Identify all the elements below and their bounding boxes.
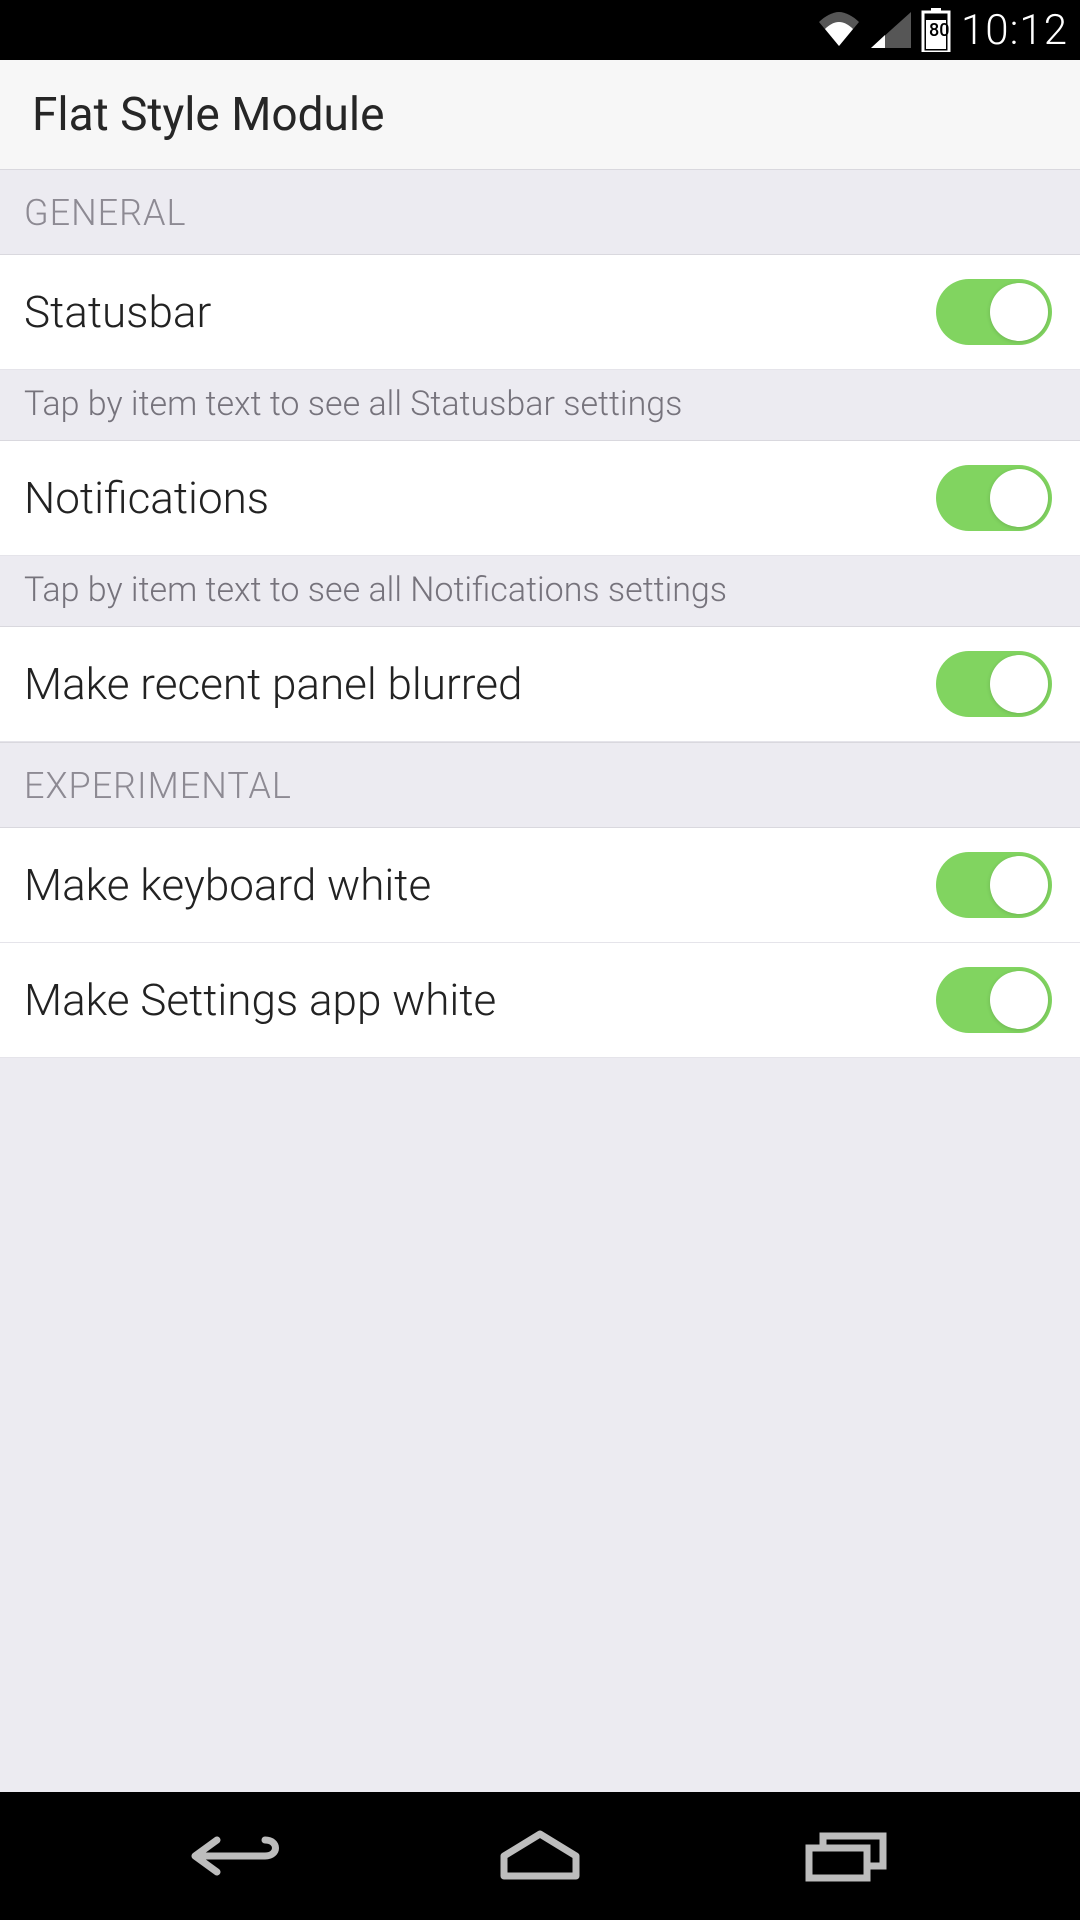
setting-recent-blur[interactable]: Make recent panel blurred	[0, 627, 1080, 742]
toggle-thumb	[990, 856, 1048, 914]
toggle-thumb	[990, 283, 1048, 341]
toggle-keyboard-white[interactable]	[936, 852, 1052, 918]
setting-notifications[interactable]: Notifications	[0, 441, 1080, 556]
setting-settings-white[interactable]: Make Settings app white	[0, 943, 1080, 1058]
toggle-statusbar[interactable]	[936, 279, 1052, 345]
setting-label-notifications: Notifications	[24, 472, 269, 524]
setting-label-settings-white: Make Settings app white	[24, 974, 496, 1026]
toggle-thumb	[990, 971, 1048, 1029]
battery-percentage: 80	[929, 20, 949, 41]
toggle-thumb	[990, 655, 1048, 713]
hint-statusbar: Tap by item text to see all Statusbar se…	[0, 370, 1080, 441]
toggle-thumb	[990, 469, 1048, 527]
android-nav-bar	[0, 1792, 1080, 1920]
cell-signal-icon	[871, 12, 911, 48]
battery-icon: 80	[921, 8, 951, 52]
wifi-icon	[817, 12, 861, 48]
toggle-settings-white[interactable]	[936, 967, 1052, 1033]
section-header-general: GENERAL	[0, 170, 1080, 255]
status-icons: 80 10:12	[817, 6, 1068, 55]
settings-content: GENERAL Statusbar Tap by item text to se…	[0, 170, 1080, 1058]
setting-label-statusbar: Statusbar	[24, 286, 211, 338]
setting-keyboard-white[interactable]: Make keyboard white	[0, 828, 1080, 943]
toggle-recent-blur[interactable]	[936, 651, 1052, 717]
setting-label-keyboard-white: Make keyboard white	[24, 859, 431, 911]
hint-notifications: Tap by item text to see all Notification…	[0, 556, 1080, 627]
setting-label-recent-blur: Make recent panel blurred	[24, 658, 522, 710]
status-clock: 10:12	[961, 6, 1068, 55]
nav-home-button[interactable]	[460, 1816, 620, 1896]
nav-back-button[interactable]	[153, 1816, 313, 1896]
section-header-experimental: EXPERIMENTAL	[0, 742, 1080, 828]
android-status-bar: 80 10:12	[0, 0, 1080, 60]
setting-statusbar[interactable]: Statusbar	[0, 255, 1080, 370]
app-bar: Flat Style Module	[0, 60, 1080, 170]
toggle-notifications[interactable]	[936, 465, 1052, 531]
nav-recents-button[interactable]	[767, 1816, 927, 1896]
app-title: Flat Style Module	[32, 88, 384, 142]
